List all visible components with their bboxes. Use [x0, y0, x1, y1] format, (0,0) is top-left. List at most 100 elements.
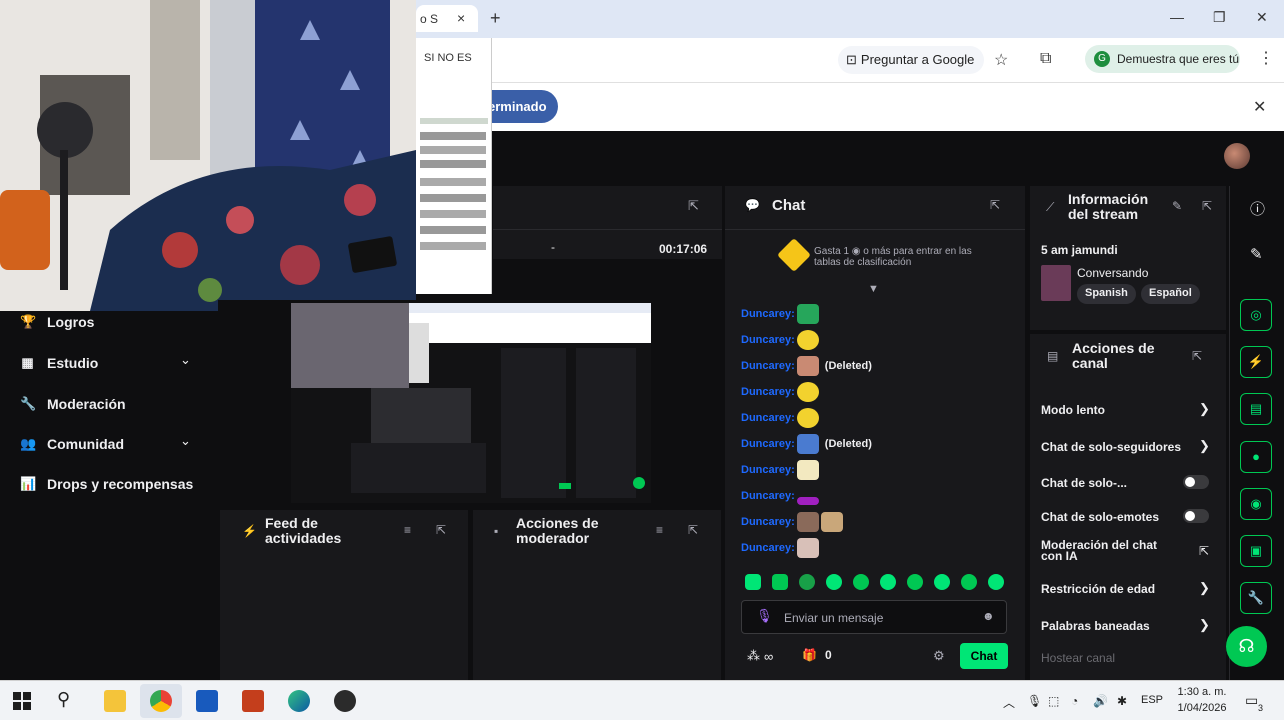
- popout-icon[interactable]: ⇱: [1202, 199, 1212, 213]
- obs-icon[interactable]: [334, 690, 356, 712]
- wifi-icon[interactable]: ◔: [1071, 694, 1078, 708]
- chat-icon[interactable]: ●: [1240, 441, 1272, 473]
- emotes-only-toggle[interactable]: [1183, 509, 1209, 523]
- network-tray-icon[interactable]: ⬚: [1048, 694, 1059, 708]
- collapse-icon[interactable]: ▼: [868, 283, 879, 295]
- popout-icon[interactable]: ⇱: [688, 523, 698, 537]
- chat-send-button[interactable]: Chat: [960, 643, 1008, 669]
- drops-icon: 📊: [20, 476, 37, 491]
- tag-espanol[interactable]: Español: [1141, 284, 1200, 304]
- chat-username[interactable]: Duncarey:: [741, 516, 795, 528]
- infobar-close-icon[interactable]: ✕: [1253, 97, 1266, 117]
- emote-icon[interactable]: [907, 574, 923, 590]
- popout-icon[interactable]: ⇱: [990, 198, 1000, 212]
- chrome-icon[interactable]: [150, 690, 172, 712]
- popout-icon[interactable]: ⇱: [1192, 349, 1202, 363]
- filter-icon[interactable]: ≡: [656, 523, 663, 537]
- bluetooth-icon[interactable]: ✱: [1117, 694, 1127, 708]
- chat-username[interactable]: Duncarey:: [741, 386, 795, 398]
- emote-icon[interactable]: [853, 574, 869, 590]
- chat-username[interactable]: Duncarey:: [741, 412, 795, 424]
- popout-icon[interactable]: ⇱: [436, 523, 446, 537]
- chat-username[interactable]: Duncarey:: [741, 490, 795, 502]
- volume-icon[interactable]: 🔊: [1093, 694, 1108, 708]
- edge-icon[interactable]: [288, 690, 310, 712]
- chat-username[interactable]: Duncarey:: [741, 308, 795, 320]
- chevron-down-icon[interactable]: ⌄: [180, 352, 191, 368]
- action-slow-mode[interactable]: Modo lento: [1041, 403, 1105, 417]
- external-link-icon[interactable]: ⇱: [1199, 544, 1209, 558]
- minimize-button[interactable]: —: [1170, 9, 1184, 25]
- bookmark-star-icon[interactable]: ☆: [994, 50, 1008, 70]
- sidebar-item-comunidad[interactable]: 👥 Comunidad: [20, 433, 124, 455]
- sidebar-item-estudio[interactable]: ▦ Estudio: [20, 352, 98, 374]
- chat-message: Duncarey:: [741, 485, 819, 507]
- chat-username[interactable]: Duncarey:: [741, 334, 795, 346]
- microphone-icon[interactable]: 🎙: [756, 608, 773, 624]
- tag-spanish[interactable]: Spanish: [1077, 284, 1136, 304]
- powerpoint-icon[interactable]: [242, 690, 264, 712]
- chat-username[interactable]: Duncarey:: [741, 542, 795, 554]
- info-icon[interactable]: ⓘ: [1250, 198, 1265, 219]
- file-explorer-icon[interactable]: [104, 690, 126, 712]
- gift-button[interactable]: 🎁 0: [802, 648, 832, 662]
- channel-points-button[interactable]: ⁂ ∞: [747, 648, 773, 664]
- broadcast-icon[interactable]: ◉: [1240, 488, 1272, 520]
- notifications-icon[interactable]: ▭: [1245, 692, 1258, 709]
- wrench-icon[interactable]: 🔧: [1240, 582, 1272, 614]
- clip-icon[interactable]: ◎: [1240, 299, 1272, 331]
- chat-username[interactable]: Duncarey:: [741, 464, 795, 476]
- settings-gear-icon[interactable]: ⚙: [933, 648, 945, 664]
- mic-tray-icon[interactable]: 🎙: [1027, 694, 1042, 708]
- chevron-right-icon[interactable]: ❯: [1199, 401, 1210, 417]
- search-icon[interactable]: ⚲: [57, 689, 70, 710]
- emote-icon[interactable]: [961, 574, 977, 590]
- language-indicator[interactable]: ESP: [1141, 694, 1163, 706]
- user-avatar[interactable]: [1224, 143, 1250, 169]
- new-tab-button[interactable]: +: [490, 8, 501, 29]
- action-age-restriction[interactable]: Restricción de edad: [1041, 582, 1155, 596]
- emote-icon[interactable]: [799, 574, 815, 590]
- windows-start-icon[interactable]: [13, 692, 31, 710]
- chat-input[interactable]: Enviar un mensaje: [741, 600, 1007, 634]
- browser-menu-icon[interactable]: ⋮: [1258, 48, 1274, 68]
- browser-tab[interactable]: o S: [416, 5, 478, 32]
- emoji-icon[interactable]: ☻: [982, 609, 995, 623]
- chevron-right-icon[interactable]: ❯: [1199, 580, 1210, 596]
- action-banned-words[interactable]: Palabras baneadas: [1041, 619, 1150, 633]
- notes-icon[interactable]: ▤: [1240, 393, 1272, 425]
- chat-username[interactable]: Duncarey:: [741, 360, 795, 372]
- layout-icon[interactable]: ▣: [1240, 535, 1272, 567]
- emote-icon[interactable]: [988, 574, 1004, 590]
- edit-pencil-icon[interactable]: ✎: [1172, 199, 1182, 213]
- tab-close-icon[interactable]: ×: [457, 10, 465, 26]
- chat-username[interactable]: Duncarey:: [741, 438, 795, 450]
- action-host-channel[interactable]: Hostear canal: [1041, 651, 1115, 665]
- emote-icon[interactable]: [880, 574, 896, 590]
- action-followers-only[interactable]: Chat de solo-seguidores: [1041, 440, 1181, 454]
- lightning-icon[interactable]: ⚡: [1240, 346, 1272, 378]
- edit-icon[interactable]: ✎: [1250, 245, 1263, 263]
- extensions-icon[interactable]: ⧉: [1040, 50, 1051, 68]
- word-icon[interactable]: [196, 690, 218, 712]
- emote-icon[interactable]: [772, 574, 788, 590]
- subs-only-toggle[interactable]: [1183, 475, 1209, 489]
- sidebar-item-logros[interactable]: 🏆 Logros: [20, 311, 94, 333]
- filter-icon[interactable]: ≡: [404, 523, 411, 537]
- close-window-button[interactable]: ✕: [1256, 9, 1268, 26]
- sidebar-item-drops[interactable]: 📊 Drops y recompensas: [20, 473, 193, 495]
- chevron-right-icon[interactable]: ❯: [1199, 438, 1210, 454]
- chevron-down-icon[interactable]: ⌄: [180, 433, 191, 449]
- chevron-right-icon[interactable]: ❯: [1199, 617, 1210, 633]
- tray-expand-icon[interactable]: ︿: [1003, 694, 1015, 711]
- help-headset-icon[interactable]: ☊: [1226, 626, 1267, 667]
- action-ai-moderation[interactable]: Moderación del chat con IA: [1041, 539, 1181, 562]
- taskbar-clock[interactable]: 1:30 a. m. 1/04/2026: [1172, 684, 1232, 716]
- sidebar-item-moderacion[interactable]: 🔧 Moderación: [20, 393, 126, 415]
- emote-icon[interactable]: [745, 574, 761, 590]
- emote-icon[interactable]: [826, 574, 842, 590]
- ask-google-button[interactable]: ⊡ Preguntar a Google: [838, 46, 985, 74]
- popout-icon[interactable]: ⇱: [688, 198, 699, 214]
- maximize-button[interactable]: ❐: [1213, 9, 1226, 26]
- emote-icon[interactable]: [934, 574, 950, 590]
